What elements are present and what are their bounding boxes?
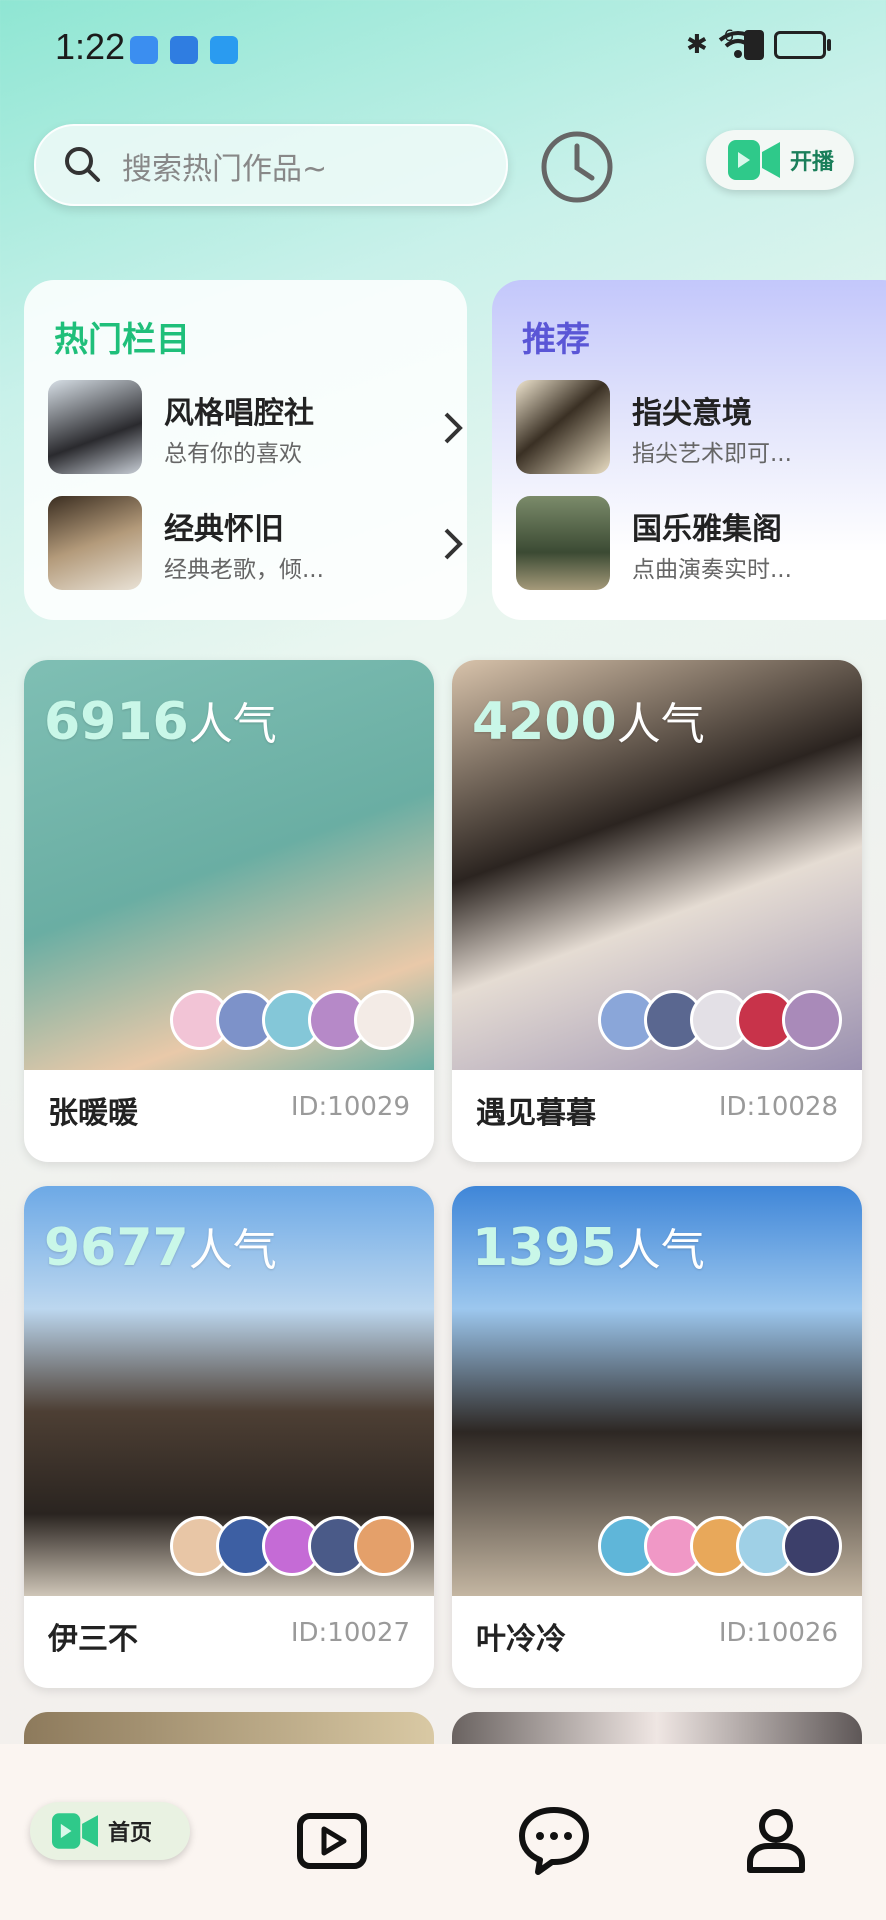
signal-label: 6 xyxy=(723,25,734,45)
viewer-avatars xyxy=(170,1516,414,1576)
go-live-label: 开播 xyxy=(790,150,835,175)
streamer-id: ID:10029 xyxy=(290,1092,410,1122)
popularity-count: 4200人气 xyxy=(472,688,705,752)
popularity-value: 1395 xyxy=(472,1218,617,1278)
streamer-id: ID:10028 xyxy=(718,1092,838,1122)
streamer-id: ID:10027 xyxy=(290,1618,410,1648)
bottom-navigation: 首页 xyxy=(0,1744,886,1920)
chat-bubble-icon[interactable] xyxy=(518,1804,590,1876)
video-play-icon[interactable] xyxy=(296,1804,368,1876)
status-bar: 1:22 ✱ 6 xyxy=(0,0,886,100)
search-icon xyxy=(65,147,100,182)
hot-item-thumbnail xyxy=(48,496,142,590)
status-time: 1:22 xyxy=(55,26,126,67)
recommend-item-title: 指尖意境 xyxy=(632,396,752,431)
avatar xyxy=(782,990,842,1050)
popularity-unit: 人气 xyxy=(616,1225,705,1276)
popularity-count: 6916人气 xyxy=(44,688,277,752)
chevron-right-icon xyxy=(444,412,463,444)
hot-columns-panel: 热门栏目 风格唱腔社 总有你的喜欢 经典怀旧 经典老歌，倾... xyxy=(24,280,467,620)
avatar xyxy=(354,990,414,1050)
streamer-name: 叶冷冷 xyxy=(476,1622,566,1657)
popularity-count: 9677人气 xyxy=(44,1214,277,1278)
streamer-id: ID:10026 xyxy=(718,1618,838,1648)
hot-columns-title: 热门栏目 xyxy=(54,320,190,360)
popularity-count: 1395人气 xyxy=(472,1214,705,1278)
video-camera-icon xyxy=(52,1813,98,1849)
recommend-item-subtitle: 指尖艺术即可... xyxy=(632,441,792,467)
recommend-item[interactable]: 国乐雅集阁 点曲演奏实时... xyxy=(516,496,886,592)
recommend-panel: 推荐 指尖意境 指尖艺术即可... 国乐雅集阁 点曲演奏实时... xyxy=(492,280,886,620)
video-camera-icon xyxy=(728,140,780,180)
popularity-value: 4200 xyxy=(472,692,617,752)
streamer-card[interactable]: 6916人气 张暖暖 ID:10029 xyxy=(24,660,434,1162)
viewer-avatars xyxy=(598,990,842,1050)
popularity-unit: 人气 xyxy=(188,699,277,750)
streamer-name: 张暖暖 xyxy=(48,1096,138,1131)
popularity-value: 6916 xyxy=(44,692,189,752)
avatar xyxy=(354,1516,414,1576)
hot-item-title: 经典怀旧 xyxy=(164,512,284,547)
battery-icon xyxy=(774,31,831,59)
go-live-button[interactable]: 开播 xyxy=(706,130,854,190)
search-placeholder: 搜索热门作品~ xyxy=(122,152,328,187)
usb-icon xyxy=(130,36,158,64)
nav-home-label: 首页 xyxy=(108,1821,153,1846)
hot-item-subtitle: 总有你的喜欢 xyxy=(164,441,302,467)
viewer-avatars xyxy=(170,990,414,1050)
streamer-card[interactable]: 9677人气 伊三不 ID:10027 xyxy=(24,1186,434,1688)
status-right: ✱ 6 xyxy=(686,26,831,60)
recommend-item-title: 国乐雅集阁 xyxy=(632,512,782,547)
viewer-avatars xyxy=(598,1516,842,1576)
recommend-item[interactable]: 指尖意境 指尖艺术即可... xyxy=(516,380,886,476)
hot-item[interactable]: 风格唱腔社 总有你的喜欢 xyxy=(48,380,463,476)
popularity-unit: 人气 xyxy=(188,1225,277,1276)
hot-item[interactable]: 经典怀旧 经典老歌，倾... xyxy=(48,496,463,592)
chevron-right-icon xyxy=(444,528,463,560)
recommend-item-thumbnail xyxy=(516,496,610,590)
profile-icon[interactable] xyxy=(740,1804,812,1876)
streamer-card[interactable]: 4200人气 遇见暮暮 ID:10028 xyxy=(452,660,862,1162)
shield-icon xyxy=(170,36,198,64)
recommend-item-subtitle: 点曲演奏实时... xyxy=(632,557,792,583)
popularity-value: 9677 xyxy=(44,1218,189,1278)
cloud-icon xyxy=(210,36,238,64)
streamer-name: 遇见暮暮 xyxy=(476,1096,596,1131)
search-bar[interactable]: 搜索热门作品~ xyxy=(34,124,508,206)
streamer-card[interactable]: 1395人气 叶冷冷 ID:10026 xyxy=(452,1186,862,1688)
history-clock-icon[interactable] xyxy=(540,130,614,204)
alert-icon xyxy=(744,30,764,60)
recommend-item-thumbnail xyxy=(516,380,610,474)
recommend-title: 推荐 xyxy=(522,320,590,360)
streamer-name: 伊三不 xyxy=(48,1622,138,1657)
hot-item-subtitle: 经典老歌，倾... xyxy=(164,557,324,583)
bluetooth-icon: ✱ xyxy=(686,30,708,60)
hot-item-title: 风格唱腔社 xyxy=(164,396,314,431)
popularity-unit: 人气 xyxy=(616,699,705,750)
nav-home-button[interactable]: 首页 xyxy=(30,1802,190,1860)
hot-item-thumbnail xyxy=(48,380,142,474)
avatar xyxy=(782,1516,842,1576)
